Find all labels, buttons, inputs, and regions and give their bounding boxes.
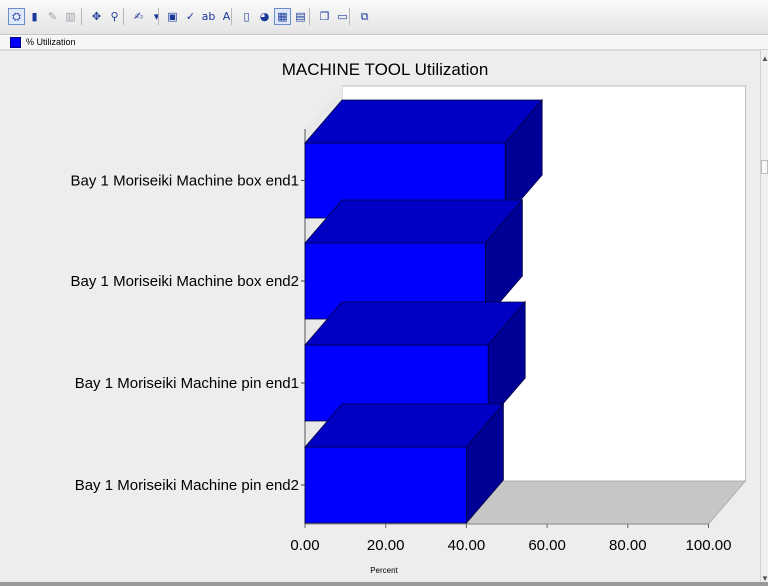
font-icon[interactable]: A xyxy=(218,8,235,25)
pie-icon[interactable]: ◕ xyxy=(256,8,273,25)
category-label: Bay 1 Moriseiki Machine pin end2 xyxy=(75,477,299,494)
bar-top-face xyxy=(304,199,524,244)
x-axis-label: Percent xyxy=(370,566,398,575)
edit-chart-icon[interactable]: ✎ xyxy=(44,8,61,25)
rotate-icon[interactable]: ✥ xyxy=(88,8,105,25)
category-label: Bay 1 Moriseiki Machine box end1 xyxy=(71,173,299,190)
bar xyxy=(304,402,505,525)
dropdown-arrow-icon[interactable]: ▾ xyxy=(148,8,165,25)
data-grid-icon[interactable]: ▦ xyxy=(274,8,291,25)
x-tick-label: 40.00 xyxy=(448,537,486,554)
toolbar-separator xyxy=(231,8,232,25)
legend-swatch xyxy=(10,37,21,48)
window-icon[interactable]: ▣ xyxy=(164,8,181,25)
category-label: Bay 1 Moriseiki Machine pin end1 xyxy=(75,375,299,392)
bar-3d-icon[interactable]: ▯ xyxy=(238,8,255,25)
paint-icon[interactable]: ✍ xyxy=(130,8,147,25)
bar-top-face xyxy=(304,99,544,144)
toolbar: ⛭ ▮ ✎ ▥ ✥ ⚲ ✍ ▾ ▣ ✓ ab A ▯ ◕ ▦ ▤ ❐ ▭ ⧉ xyxy=(0,0,768,35)
bottom-border xyxy=(0,582,768,586)
toolbar-separator xyxy=(349,8,350,25)
bar-top-face xyxy=(304,301,527,346)
legend-bar xyxy=(0,35,768,50)
bar-front-face xyxy=(304,446,467,524)
copy-icon[interactable]: ❐ xyxy=(316,8,333,25)
bar xyxy=(304,198,524,321)
bar xyxy=(304,300,527,423)
bar-chart-color-icon[interactable]: ▮ xyxy=(26,8,43,25)
legend-icon[interactable]: ▤ xyxy=(292,8,309,25)
chart-title: MACHINE TOOL Utilization xyxy=(282,60,489,79)
category-label: Bay 1 Moriseiki Machine box end2 xyxy=(71,273,299,290)
x-tick-label: 80.00 xyxy=(609,537,647,554)
zoom-icon[interactable]: ⚲ xyxy=(106,8,123,25)
text-label-icon[interactable]: ab xyxy=(200,8,217,25)
chart-panel: Bay 1 Moriseiki Machine box end1 Bay 1 Mo… xyxy=(1,50,761,583)
chart-window: ⛭ ▮ ✎ ▥ ✥ ⚲ ✍ ▾ ▣ ✓ ab A ▯ ◕ ▦ ▤ ❐ ▭ ⧉ % Utilization Bay 1… xyxy=(0,0,768,586)
x-tick-label: 20.00 xyxy=(367,537,405,554)
bar-chart-gray-icon[interactable]: ▥ xyxy=(62,8,79,25)
x-tick-label: 60.00 xyxy=(528,537,566,554)
binoculars-icon[interactable]: ⛭ xyxy=(8,8,25,25)
legend-label: % Utilization xyxy=(26,37,76,47)
check-chart-icon[interactable]: ✓ xyxy=(182,8,199,25)
vertical-scrollbar[interactable]: ▲ ▼ xyxy=(760,50,768,586)
toolbar-separator xyxy=(123,8,124,25)
toolbar-separator xyxy=(81,8,82,25)
x-tick-label: 100.00 xyxy=(686,537,732,554)
scroll-thumb[interactable] xyxy=(761,160,768,174)
toolbar-separator xyxy=(309,8,310,25)
bar-chart: Bay 1 Moriseiki Machine box end1 Bay 1 Mo… xyxy=(71,60,747,575)
x-tick-label: 0.00 xyxy=(290,537,319,554)
scroll-up-icon[interactable]: ▲ xyxy=(761,54,768,64)
toolbar-separator xyxy=(158,8,159,25)
export-icon[interactable]: ⧉ xyxy=(356,8,373,25)
